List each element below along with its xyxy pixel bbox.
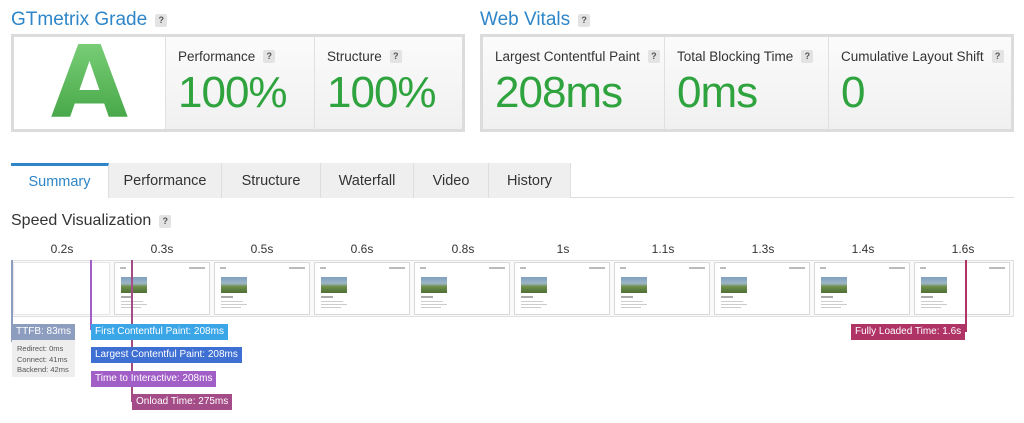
timeline-tick: 0.3s — [150, 242, 174, 256]
tab-structure[interactable]: Structure — [222, 163, 321, 198]
tbt-cell: Total Blocking Time? 0ms — [665, 37, 829, 129]
help-icon[interactable]: ? — [647, 50, 660, 63]
fcp-marker: First Contentful Paint: 208ms — [91, 324, 228, 340]
help-icon[interactable]: ? — [578, 13, 591, 27]
web-vitals-title-text: Web Vitals — [480, 9, 571, 30]
help-icon[interactable]: ? — [389, 50, 402, 63]
timeline-tick: 1.1s — [651, 242, 675, 256]
filmstrip-frame[interactable] — [914, 262, 1010, 315]
fully-loaded-marker: Fully Loaded Time: 1.6s — [851, 324, 966, 340]
onload-marker: Onload Time: 275ms — [132, 394, 233, 410]
ttfb-marker: TTFB: 83ms — [12, 324, 76, 340]
performance-label: Performance — [178, 49, 256, 64]
grade-panel: A Performance? 100% Structure? 100% — [11, 33, 465, 133]
filmstrip-frame[interactable] — [614, 262, 710, 315]
help-icon[interactable]: ? — [263, 50, 276, 63]
page-thumbnail-image — [321, 277, 347, 293]
filmstrip-frame[interactable] — [214, 262, 310, 315]
page-thumbnail-image — [421, 277, 447, 293]
ttfb-breakdown: Redirect: 0ms Connect: 41ms Backend: 42m… — [12, 340, 75, 377]
page-thumbnail-image — [721, 277, 747, 293]
timeline-tick: 0.2s — [50, 242, 74, 256]
timeline-tick: 1.3s — [751, 242, 775, 256]
page-thumbnail-image — [621, 277, 647, 293]
tab-performance[interactable]: Performance — [109, 163, 222, 198]
tti-marker: Time to Interactive: 208ms — [91, 371, 217, 387]
help-icon[interactable]: ? — [155, 13, 168, 27]
page-thumbnail-image — [221, 277, 247, 293]
web-vitals-panel: Largest Contentful Paint? 208ms Total Bl… — [480, 34, 1014, 132]
performance-value: 100% — [178, 68, 288, 117]
structure-label: Structure — [327, 49, 382, 64]
performance-cell: Performance? 100% — [166, 37, 315, 129]
page-thumbnail-image — [121, 277, 147, 293]
timeline-tick: 0.5s — [250, 242, 274, 256]
fcp-line — [90, 260, 92, 330]
lcp-marker: Largest Contentful Paint: 208ms — [91, 347, 242, 363]
grade-cell: A — [14, 33, 166, 133]
tab-summary[interactable]: Summary — [11, 163, 109, 198]
timeline-tick: 0.6s — [350, 242, 374, 256]
tab-waterfall[interactable]: Waterfall — [321, 163, 414, 198]
help-icon[interactable]: ? — [159, 214, 172, 228]
fully-loaded-line — [965, 260, 967, 332]
connect-time: Connect: 41ms — [17, 354, 68, 364]
filmstrip-frame[interactable] — [814, 262, 910, 315]
redirect-time: Redirect: 0ms — [17, 344, 64, 353]
tbt-label: Total Blocking Time — [677, 49, 794, 64]
timeline-tick: 0.8s — [451, 242, 475, 256]
filmstrip-frame[interactable] — [714, 262, 810, 315]
filmstrip-frame[interactable] — [114, 262, 210, 315]
speed-visualization-title-text: Speed Visualization — [11, 212, 152, 229]
grade-letter: A — [50, 24, 129, 141]
filmstrip-frame[interactable] — [314, 262, 410, 315]
cls-label: Cumulative Layout Shift — [841, 49, 984, 64]
filmstrip-frame[interactable] — [414, 262, 510, 315]
filmstrip-frame-blank[interactable] — [13, 262, 110, 315]
cls-cell: Cumulative Layout Shift? 0 — [829, 37, 1011, 129]
backend-time: Backend: 42ms — [17, 365, 69, 374]
cls-value: 0 — [841, 68, 865, 117]
tab-history[interactable]: History — [489, 163, 571, 198]
timeline-tick: 1.6s — [951, 242, 975, 256]
speed-visualization-title: Speed Visualization ? — [11, 212, 172, 230]
page-thumbnail-image — [821, 277, 847, 293]
lcp-value: 208ms — [495, 68, 623, 117]
page-thumbnail-image — [521, 277, 547, 293]
tab-video[interactable]: Video — [414, 163, 489, 198]
help-icon[interactable]: ? — [801, 50, 814, 63]
lcp-label: Largest Contentful Paint — [495, 49, 640, 64]
page-thumbnail-image — [921, 277, 947, 293]
structure-value: 100% — [327, 68, 437, 117]
tbt-value: 0ms — [677, 68, 758, 117]
timeline-tick: 1s — [556, 242, 570, 256]
web-vitals-title: Web Vitals ? — [480, 9, 591, 31]
report-tabs: Summary Performance Structure Waterfall … — [11, 163, 571, 198]
timeline-tick: 1.4s — [851, 242, 875, 256]
lcp-cell: Largest Contentful Paint? 208ms — [483, 37, 665, 129]
structure-cell: Structure? 100% — [315, 37, 462, 129]
help-icon[interactable]: ? — [991, 50, 1004, 63]
filmstrip-frame[interactable] — [514, 262, 610, 315]
